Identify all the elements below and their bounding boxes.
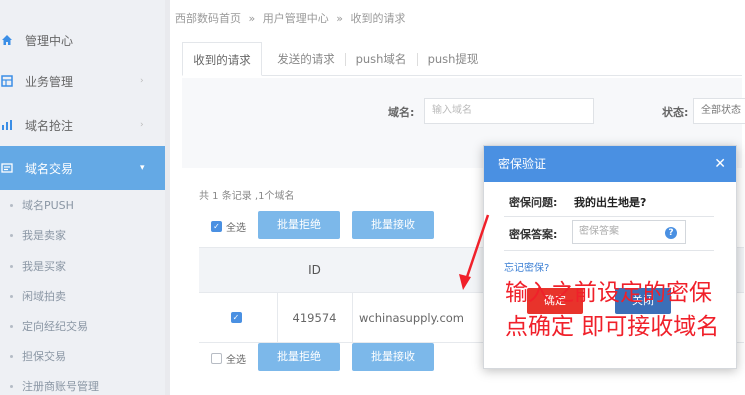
annotation-line-2: 点确定 即可接收域名 <box>505 314 720 340</box>
annotation-text: 输入之前设定的密保 点确定 即可接收域名 <box>505 276 719 344</box>
annotation-line-1: 输入之前设定的密保 <box>505 280 712 306</box>
